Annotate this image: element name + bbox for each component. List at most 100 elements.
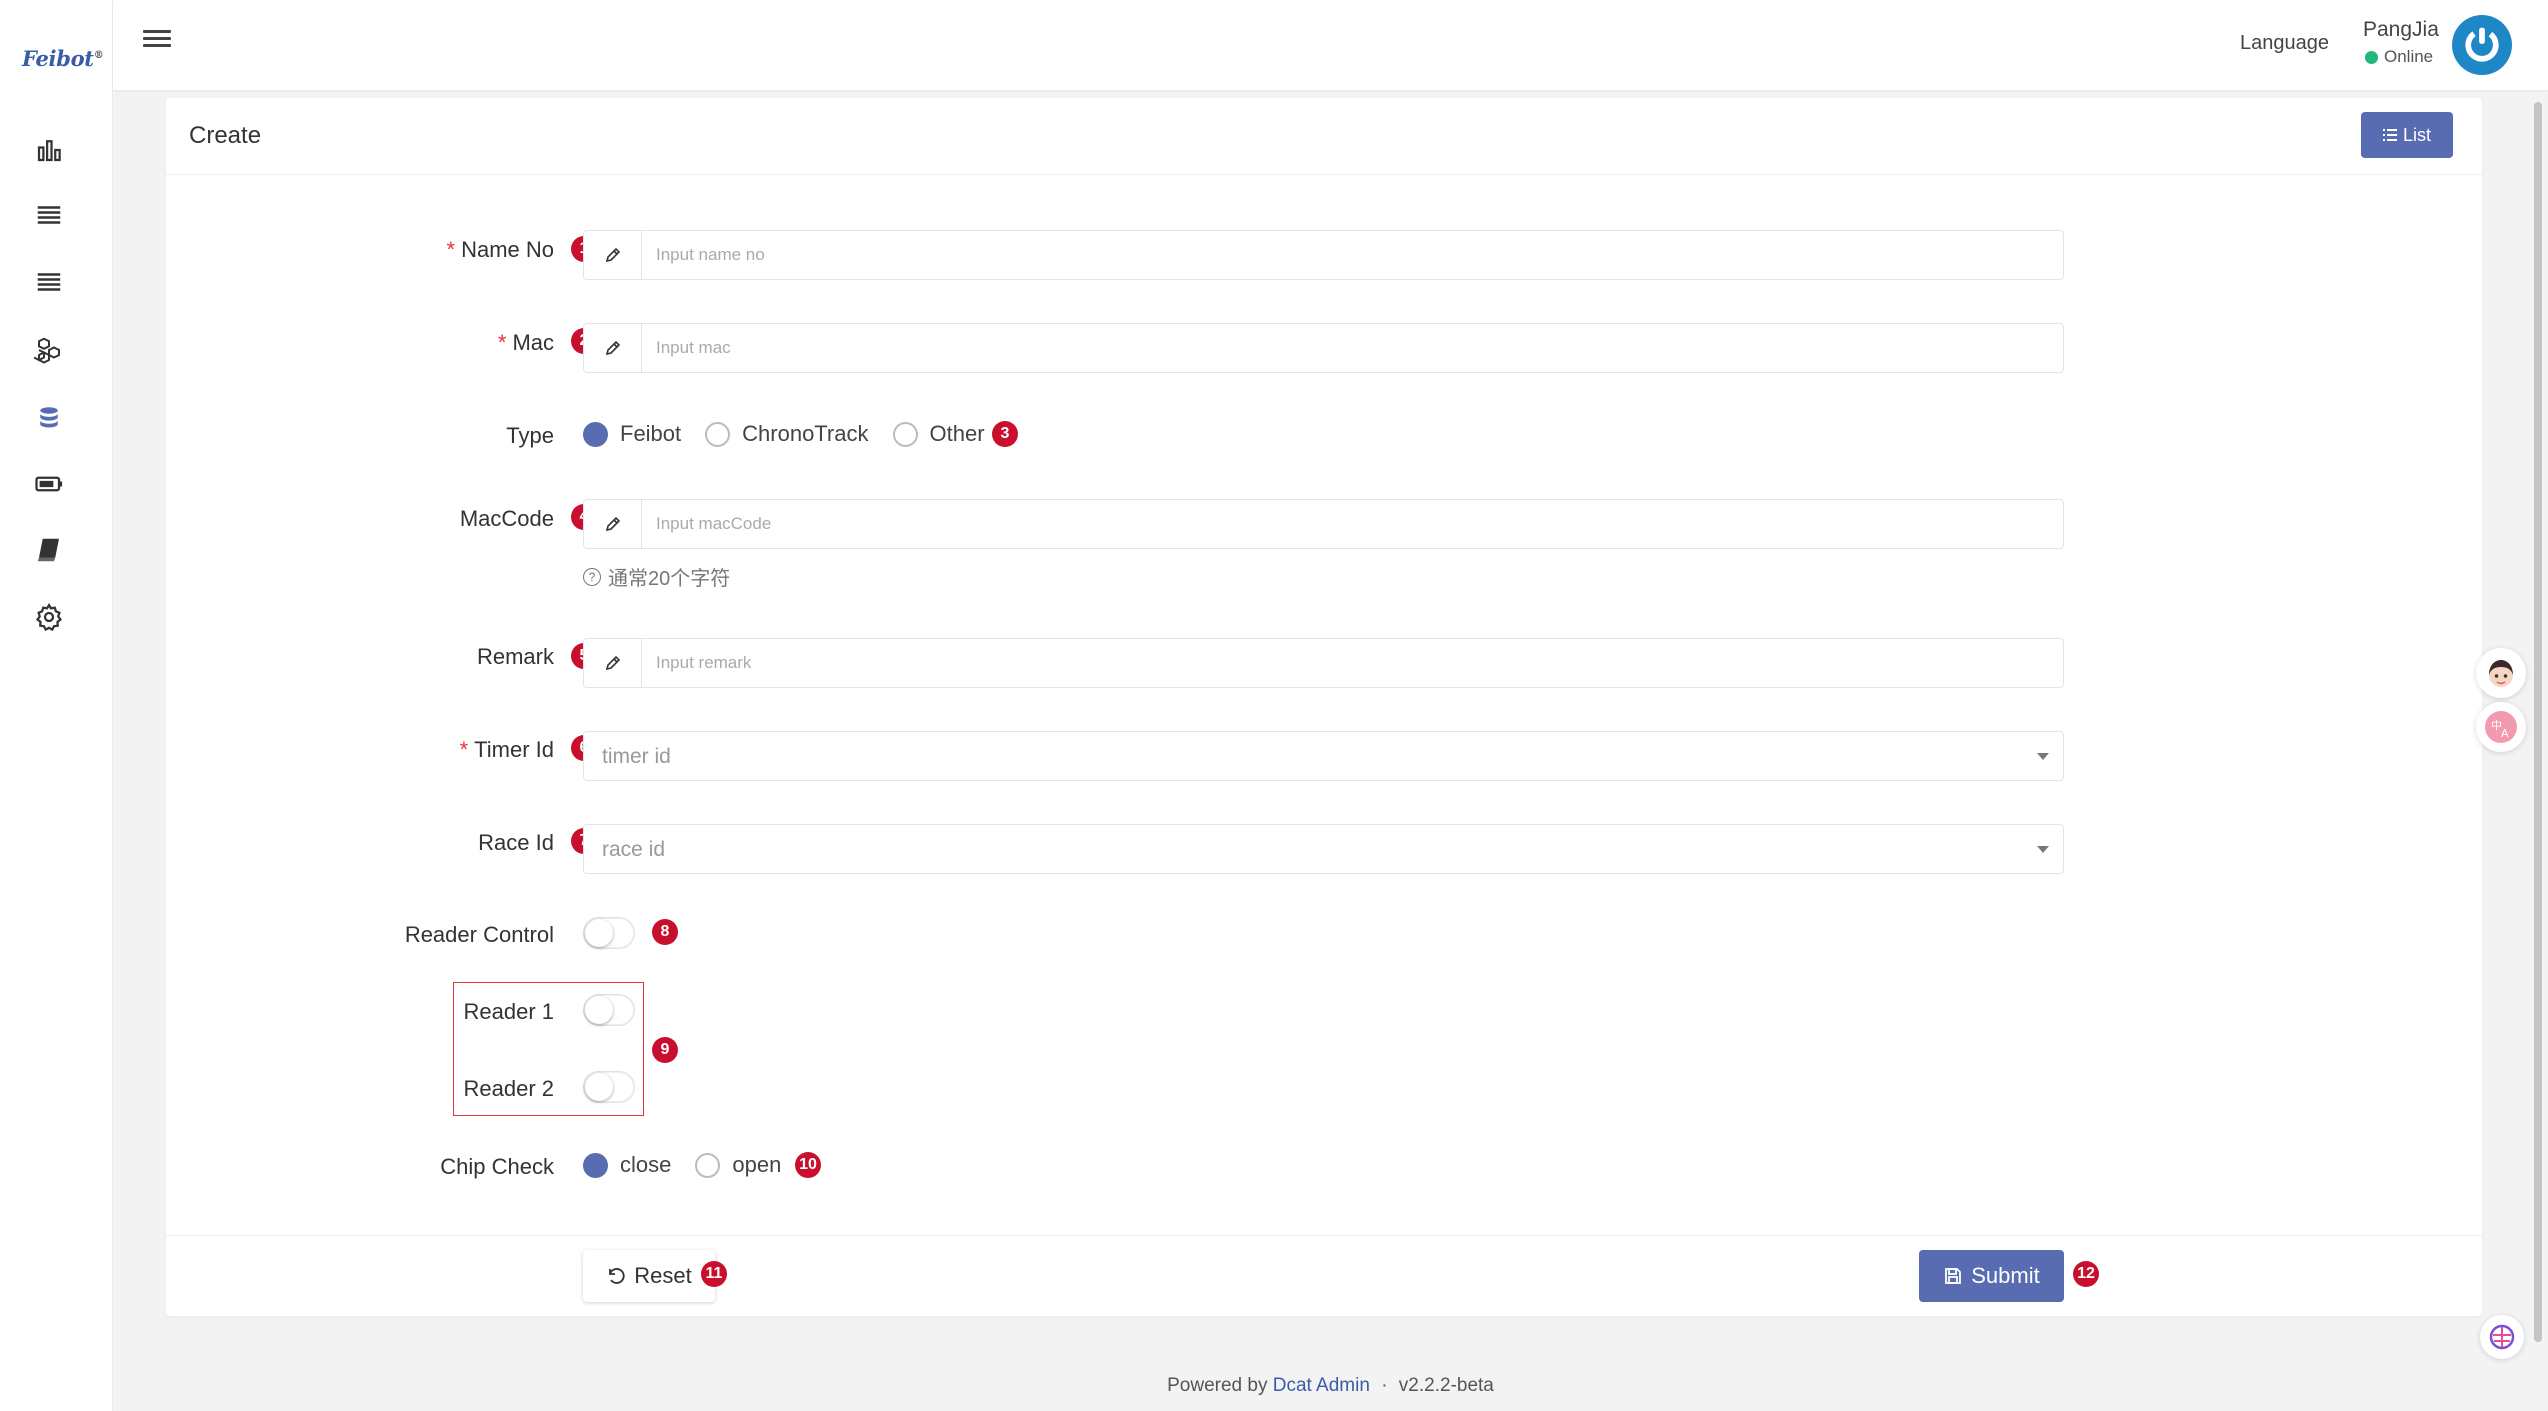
footer-separator: ·	[1381, 1375, 1388, 1396]
page-footer: Powered by Dcat Admin · v2.2.2-beta	[113, 1375, 2548, 1397]
bar-chart-icon[interactable]	[29, 130, 69, 170]
remark-input[interactable]	[641, 638, 2064, 688]
footer-divider	[166, 1235, 2482, 1236]
name-no-input[interactable]	[641, 230, 2064, 280]
switch-knob	[585, 1073, 613, 1101]
radio-circle	[583, 421, 608, 447]
type-option-chronotrack[interactable]: ChronoTrack	[705, 421, 869, 447]
race-id-select[interactable]: race id	[583, 824, 2064, 874]
user-status-text: Online	[2384, 47, 2434, 66]
reader-1-label: Reader 1	[463, 999, 554, 1024]
language-selector[interactable]: Language	[2240, 32, 2329, 55]
required-marker: *	[459, 737, 469, 762]
online-dot-icon	[2365, 50, 2378, 64]
menu-toggle-icon[interactable]	[143, 26, 171, 54]
battery-icon[interactable]	[29, 464, 69, 504]
power-icon	[2465, 27, 2499, 62]
annotation-badge: 10	[795, 1152, 821, 1178]
timer-id-label-text: Timer Id	[474, 737, 554, 762]
book-icon[interactable]	[29, 530, 69, 570]
list-icon[interactable]	[29, 262, 69, 302]
remark-label: Remark	[476, 644, 554, 669]
switch-knob	[585, 996, 613, 1024]
caret-down-icon	[2037, 846, 2049, 853]
pencil-icon	[583, 638, 641, 688]
chip-check-label: Chip Check	[440, 1154, 554, 1179]
radio-label: Other	[929, 421, 985, 446]
required-marker: *	[446, 237, 456, 262]
reader-2-label: Reader 2	[463, 1076, 554, 1101]
annotation-badge: 3	[992, 421, 1018, 447]
reader-control-switch[interactable]	[583, 917, 635, 949]
assistant-avatar-icon[interactable]	[2476, 648, 2526, 698]
select-placeholder: race id	[602, 838, 666, 861]
type-option-other[interactable]: Other	[892, 421, 985, 447]
gear-icon[interactable]	[29, 597, 69, 637]
annotation-badge: 8	[652, 919, 678, 945]
reset-button[interactable]: Reset	[583, 1250, 715, 1302]
reader-control-label: Reader Control	[404, 922, 554, 947]
radio-circle	[583, 1152, 608, 1178]
reset-button-label: Reset	[634, 1263, 692, 1288]
header-divider	[166, 174, 2482, 175]
list-icon	[2382, 125, 2397, 146]
radio-circle	[705, 421, 731, 447]
top-header	[113, 0, 2548, 90]
list-icon[interactable]	[29, 195, 69, 235]
radio-label: ChronoTrack	[742, 421, 869, 446]
page-title: Create	[189, 122, 262, 149]
radio-circle	[892, 421, 918, 447]
type-option-feibot[interactable]: Feibot	[583, 421, 681, 447]
scrollbar-thumb[interactable]	[2534, 102, 2542, 1342]
type-label: Type	[506, 423, 554, 448]
app-logo[interactable]: Feibot®	[22, 46, 104, 71]
reader-1-switch[interactable]	[583, 994, 635, 1026]
footer-version: v2.2.2-beta	[1398, 1375, 1494, 1396]
translate-icon[interactable]: 中A	[2476, 702, 2526, 752]
database-icon[interactable]	[29, 398, 69, 438]
mac-label: * Mac	[498, 330, 554, 356]
annotation-badge: 11	[701, 1261, 727, 1287]
pencil-icon	[583, 323, 641, 373]
list-button-label: List	[2402, 124, 2431, 145]
mac-code-help: ? 通常20个字符	[583, 562, 730, 591]
timer-id-select[interactable]: timer id	[583, 731, 2064, 781]
name-no-label-text: Name No	[461, 237, 554, 262]
question-circle-icon: ?	[583, 567, 601, 586]
cubes-icon[interactable]	[29, 330, 69, 370]
list-button[interactable]: List	[2361, 112, 2453, 158]
save-icon	[1943, 1266, 1963, 1286]
submit-button-label: Submit	[1971, 1263, 2040, 1288]
logo-mark: ®	[93, 50, 104, 61]
svg-text:A: A	[2501, 727, 2509, 740]
mac-code-label: MacCode	[459, 506, 554, 531]
sidebar: Feibot®	[0, 0, 113, 1411]
logo-text: Feibot	[22, 46, 94, 71]
submit-button[interactable]: Submit	[1919, 1250, 2064, 1302]
annotation-badge: 9	[652, 1037, 678, 1063]
footer-powered-by: Powered by	[1167, 1375, 1268, 1396]
user-status: Online	[2365, 47, 2433, 67]
mac-input[interactable]	[641, 323, 2064, 373]
chip-check-option-close[interactable]: close	[583, 1152, 671, 1178]
user-name[interactable]: PangJia	[2363, 18, 2439, 42]
caret-down-icon	[2037, 753, 2049, 760]
create-card: Create List	[166, 98, 2482, 1316]
type-radio-group: Feibot ChronoTrack Other	[583, 421, 999, 447]
chip-check-option-open[interactable]: open	[695, 1152, 781, 1178]
mac-code-input[interactable]	[641, 499, 2064, 549]
annotation-badge: 12	[2073, 1261, 2099, 1287]
pencil-icon	[583, 499, 641, 549]
brain-icon[interactable]	[2480, 1315, 2524, 1359]
footer-link[interactable]: Dcat Admin	[1273, 1375, 1370, 1396]
radio-label: Feibot	[620, 421, 682, 446]
reader-2-switch[interactable]	[583, 1071, 635, 1103]
undo-icon	[606, 1266, 626, 1286]
select-placeholder: timer id	[602, 745, 671, 768]
radio-circle	[695, 1152, 721, 1178]
name-no-label: * Name No	[447, 237, 554, 263]
page-scrollbar[interactable]	[2533, 96, 2543, 1396]
avatar[interactable]	[2452, 15, 2512, 75]
required-marker: *	[497, 330, 507, 355]
timer-id-label: * Timer Id	[460, 737, 554, 763]
